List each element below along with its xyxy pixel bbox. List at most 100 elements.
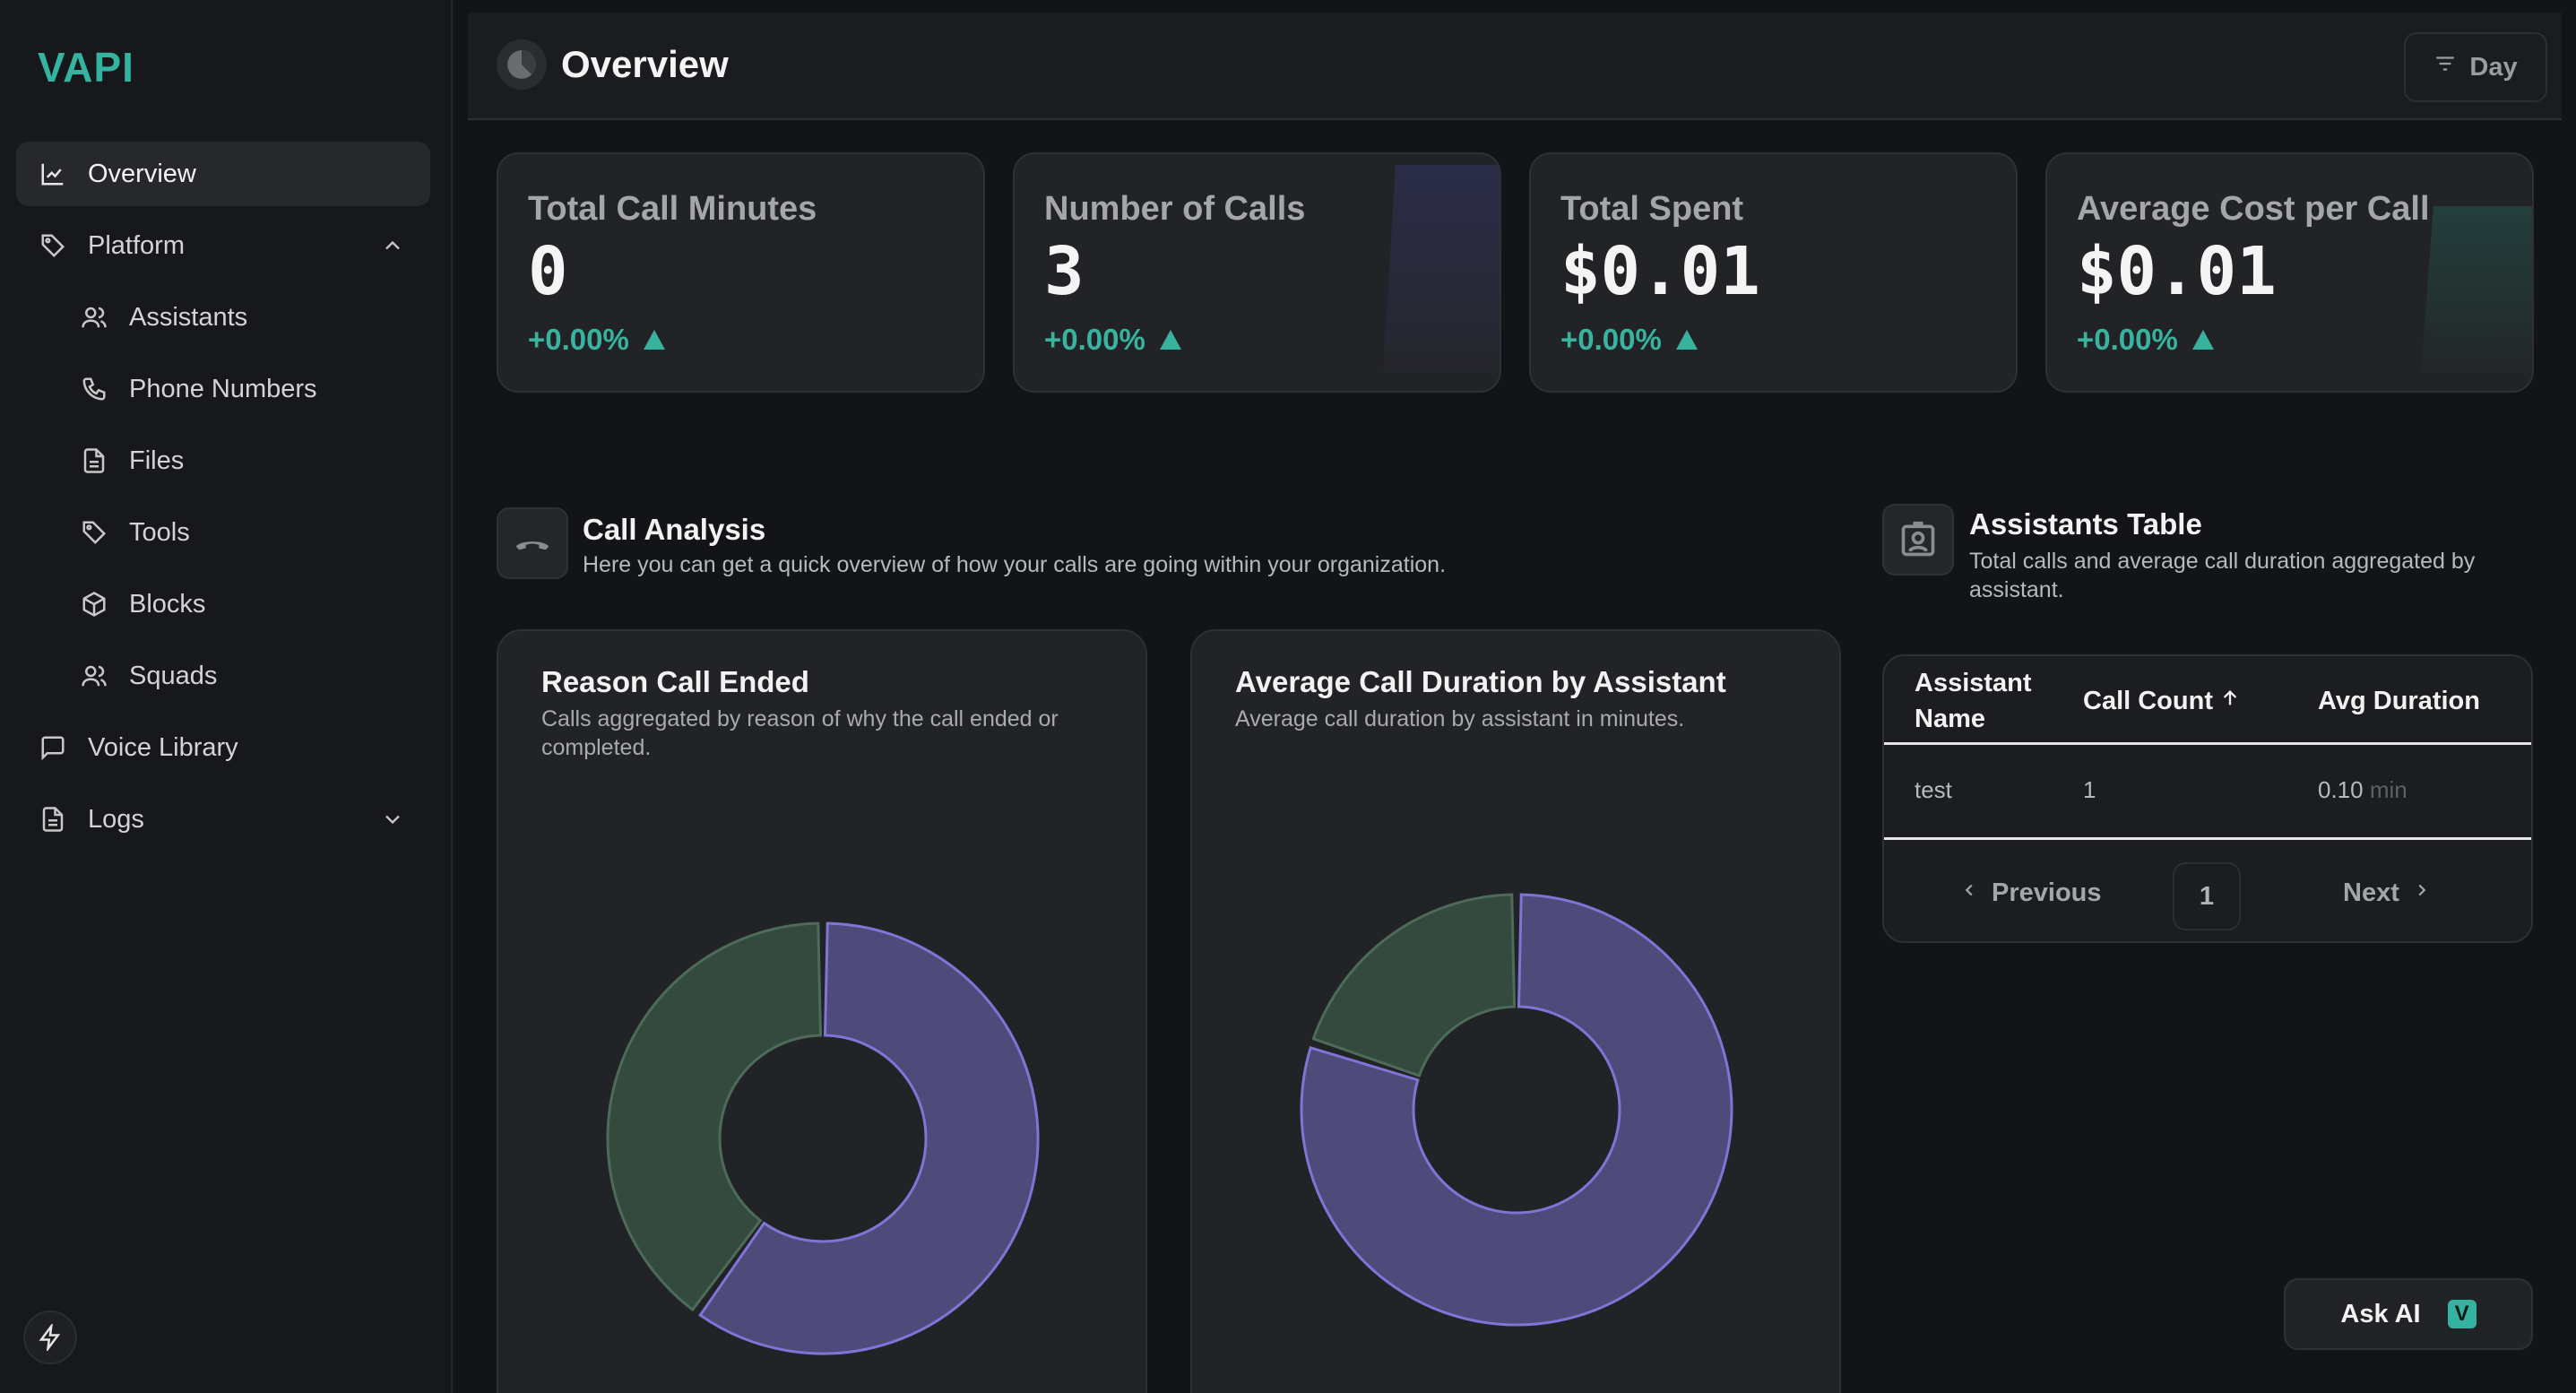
stat-value: 0 <box>528 233 568 310</box>
triangle-up-icon <box>1675 323 1698 357</box>
time-range-dropdown[interactable]: Day <box>2404 32 2547 102</box>
phone-icon <box>79 374 109 404</box>
sidebar-item-label: Phone Numbers <box>129 374 317 403</box>
sidebar-item-platform[interactable]: Platform <box>16 213 430 278</box>
cell-assistant-name: test <box>1915 776 1952 803</box>
stat-delta: +0.00% <box>1044 323 1181 357</box>
cell-avg-duration: 0.10 min <box>2318 776 2407 804</box>
divider <box>1884 742 2531 745</box>
vapi-badge-icon: V <box>2447 1300 2477 1328</box>
chevron-left-icon <box>1959 878 1979 908</box>
duration-unit: min <box>2369 776 2407 803</box>
users-icon <box>79 302 109 333</box>
chart-card-average-call-duration: Average Call Duration by Assistant Avera… <box>1190 629 1841 1393</box>
stat-value: $0.01 <box>2077 233 2277 310</box>
ask-ai-label: Ask AI <box>2340 1299 2421 1328</box>
logo[interactable]: VAPI <box>38 43 134 91</box>
stat-label: Number of Calls <box>1044 190 1306 228</box>
stat-delta-text: +0.00% <box>2077 323 2178 356</box>
sidebar-item-label: Platform <box>88 230 185 260</box>
stat-delta-text: +0.00% <box>528 323 629 356</box>
sidebar: VAPI Overview Platform Assistants Phone … <box>0 0 453 1393</box>
sidebar-item-label: Squads <box>129 661 218 690</box>
chart-line-icon <box>38 159 68 189</box>
page-header: Overview Day <box>468 13 2562 120</box>
call-analysis-title: Call Analysis <box>583 513 766 546</box>
time-range-label: Day <box>2469 52 2518 82</box>
users-icon <box>79 661 109 691</box>
cell-call-count: 1 <box>2083 776 2096 803</box>
stat-card-total-call-minutes: Total Call Minutes 0 +0.00% <box>497 152 985 393</box>
stat-delta: +0.00% <box>1560 323 1698 357</box>
sidebar-item-logs[interactable]: Logs <box>16 787 430 852</box>
lightning-icon[interactable] <box>23 1311 77 1364</box>
sidebar-item-assistants[interactable]: Assistants <box>16 285 430 350</box>
tag-icon <box>38 230 68 261</box>
call-analysis-subtitle: Here you can get a quick overview of how… <box>583 552 1447 577</box>
message-square-icon <box>38 732 68 763</box>
column-header-label: Call Count <box>2083 687 2213 715</box>
stat-label: Total Call Minutes <box>528 190 817 228</box>
sidebar-item-label: Blocks <box>129 589 206 619</box>
triangle-up-icon <box>1159 323 1181 357</box>
cube-icon <box>79 589 109 619</box>
sparkline-chart <box>2421 206 2532 373</box>
sidebar-item-tools[interactable]: Tools <box>16 500 430 565</box>
chevron-up-icon <box>380 233 405 258</box>
sidebar-item-overview[interactable]: Overview <box>16 142 430 206</box>
stat-card-average-cost-per-call: Average Cost per Call $0.01 +0.00% <box>2045 152 2534 393</box>
phone-hangup-icon <box>497 507 568 579</box>
file-icon <box>79 446 109 476</box>
page-number-button[interactable]: 1 <box>2173 862 2241 930</box>
stat-delta: +0.00% <box>528 323 665 357</box>
sidebar-item-label: Assistants <box>129 302 248 332</box>
donut-chart <box>1300 893 1733 1327</box>
stat-card-number-of-calls: Number of Calls 3 +0.00% <box>1013 152 1501 393</box>
next-page-button[interactable]: Next <box>2343 878 2432 908</box>
triangle-up-icon <box>643 323 665 357</box>
next-label: Next <box>2343 878 2399 907</box>
sidebar-item-voice-library[interactable]: Voice Library <box>16 715 430 780</box>
chevron-down-icon <box>380 807 405 832</box>
filter-icon <box>2433 52 2457 82</box>
stat-delta-text: +0.00% <box>1044 323 1145 356</box>
stat-value: $0.01 <box>1560 233 1760 310</box>
column-header-avg-duration[interactable]: Avg Duration <box>2318 683 2480 719</box>
assistants-table-title: Assistants Table <box>1969 507 2202 541</box>
donut-chart <box>606 921 1040 1355</box>
sidebar-item-label: Files <box>129 446 185 475</box>
chart-card-reason-call-ended: Reason Call Ended Calls aggregated by re… <box>497 629 1147 1393</box>
chevron-right-icon <box>2412 878 2432 908</box>
stat-label: Average Cost per Call <box>2077 190 2430 228</box>
sidebar-item-label: Tools <box>129 517 190 547</box>
stat-delta: +0.00% <box>2077 323 2214 357</box>
ask-ai-button[interactable]: Ask AI V <box>2284 1278 2533 1350</box>
divider <box>1884 837 2531 840</box>
sparkline-chart <box>1383 165 1500 373</box>
sidebar-item-squads[interactable]: Squads <box>16 644 430 708</box>
page-title: Overview <box>561 43 729 85</box>
sidebar-item-phone-numbers[interactable]: Phone Numbers <box>16 357 430 421</box>
assistants-table-subtitle: Total calls and average call duration ag… <box>1969 549 2476 602</box>
tag-icon <box>79 517 109 548</box>
duration-value: 0.10 <box>2318 776 2364 803</box>
column-header-call-count[interactable]: Call Count <box>2083 683 2240 719</box>
sidebar-item-label: Overview <box>88 159 196 188</box>
sidebar-item-label: Voice Library <box>88 732 238 762</box>
stat-value: 3 <box>1044 233 1085 310</box>
arrow-up-icon <box>2220 683 2240 719</box>
stat-card-total-spent: Total Spent $0.01 +0.00% <box>1529 152 2018 393</box>
sidebar-item-files[interactable]: Files <box>16 428 430 493</box>
assistants-table: Assistant Name Call Count Avg Duration t… <box>1882 654 2533 943</box>
sidebar-item-label: Logs <box>88 804 144 834</box>
pie-chart-icon <box>497 39 547 90</box>
file-text-icon <box>38 804 68 835</box>
previous-label: Previous <box>1992 878 2102 907</box>
sidebar-item-blocks[interactable]: Blocks <box>16 572 430 636</box>
column-header-assistant-name[interactable]: Assistant Name <box>1915 665 2049 737</box>
donut-slice-1[interactable] <box>1311 893 1517 1077</box>
previous-page-button[interactable]: Previous <box>1959 878 2102 908</box>
stat-delta-text: +0.00% <box>1560 323 1662 356</box>
contact-card-icon <box>1882 504 1954 575</box>
triangle-up-icon <box>2191 323 2214 357</box>
